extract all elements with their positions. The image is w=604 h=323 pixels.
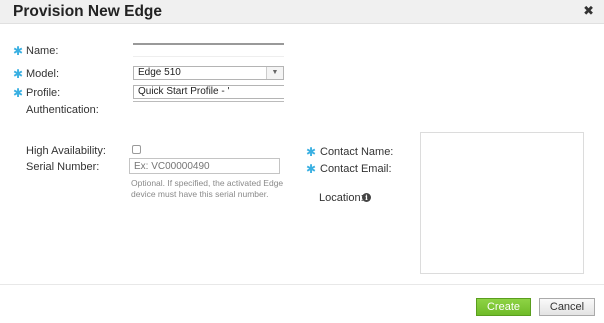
- serial-number-label: Serial Number:: [26, 161, 100, 173]
- cancel-button[interactable]: Cancel: [539, 298, 595, 316]
- chevron-down-icon[interactable]: ▼: [266, 67, 283, 79]
- dialog-title: Provision New Edge: [13, 3, 163, 20]
- required-asterisk-icon: ✱: [13, 44, 24, 58]
- close-icon[interactable]: ✖: [583, 3, 594, 19]
- serial-number-hint-line2: device must have this serial number.: [131, 189, 269, 199]
- info-icon[interactable]: i: [362, 193, 371, 202]
- high-availability-label: High Availability:: [26, 145, 106, 157]
- authentication-label: Authentication:: [26, 104, 99, 116]
- location-label: Location:: [319, 192, 364, 204]
- serial-number-hint: Optional. If specified, the activated Ed…: [131, 178, 283, 200]
- create-button[interactable]: Create: [476, 298, 531, 316]
- name-input[interactable]: [133, 43, 284, 57]
- contact-email-label: Contact Email:: [320, 163, 392, 175]
- location-panel[interactable]: [420, 132, 584, 274]
- required-asterisk-icon: ✱: [306, 145, 317, 159]
- profile-select[interactable]: Quick Start Profile - ': [133, 85, 284, 99]
- name-label: Name:: [26, 45, 59, 57]
- dialog-header: Provision New Edge ✖: [0, 0, 604, 24]
- serial-number-input[interactable]: [129, 158, 280, 174]
- serial-number-hint-line1: Optional. If specified, the activated Ed…: [131, 178, 284, 188]
- required-asterisk-icon: ✱: [13, 67, 24, 81]
- model-select[interactable]: Edge 510 ▼: [133, 66, 284, 80]
- contact-name-label: Contact Name:: [320, 146, 394, 158]
- footer-divider: [0, 284, 604, 285]
- authentication-input[interactable]: [133, 101, 284, 115]
- model-label: Model:: [26, 68, 60, 80]
- model-select-value: Edge 510: [138, 67, 181, 78]
- required-asterisk-icon: ✱: [13, 86, 24, 100]
- profile-select-value: Quick Start Profile - ': [138, 86, 230, 97]
- high-availability-checkbox[interactable]: [132, 145, 141, 154]
- profile-label: Profile:: [26, 87, 61, 99]
- required-asterisk-icon: ✱: [306, 162, 317, 176]
